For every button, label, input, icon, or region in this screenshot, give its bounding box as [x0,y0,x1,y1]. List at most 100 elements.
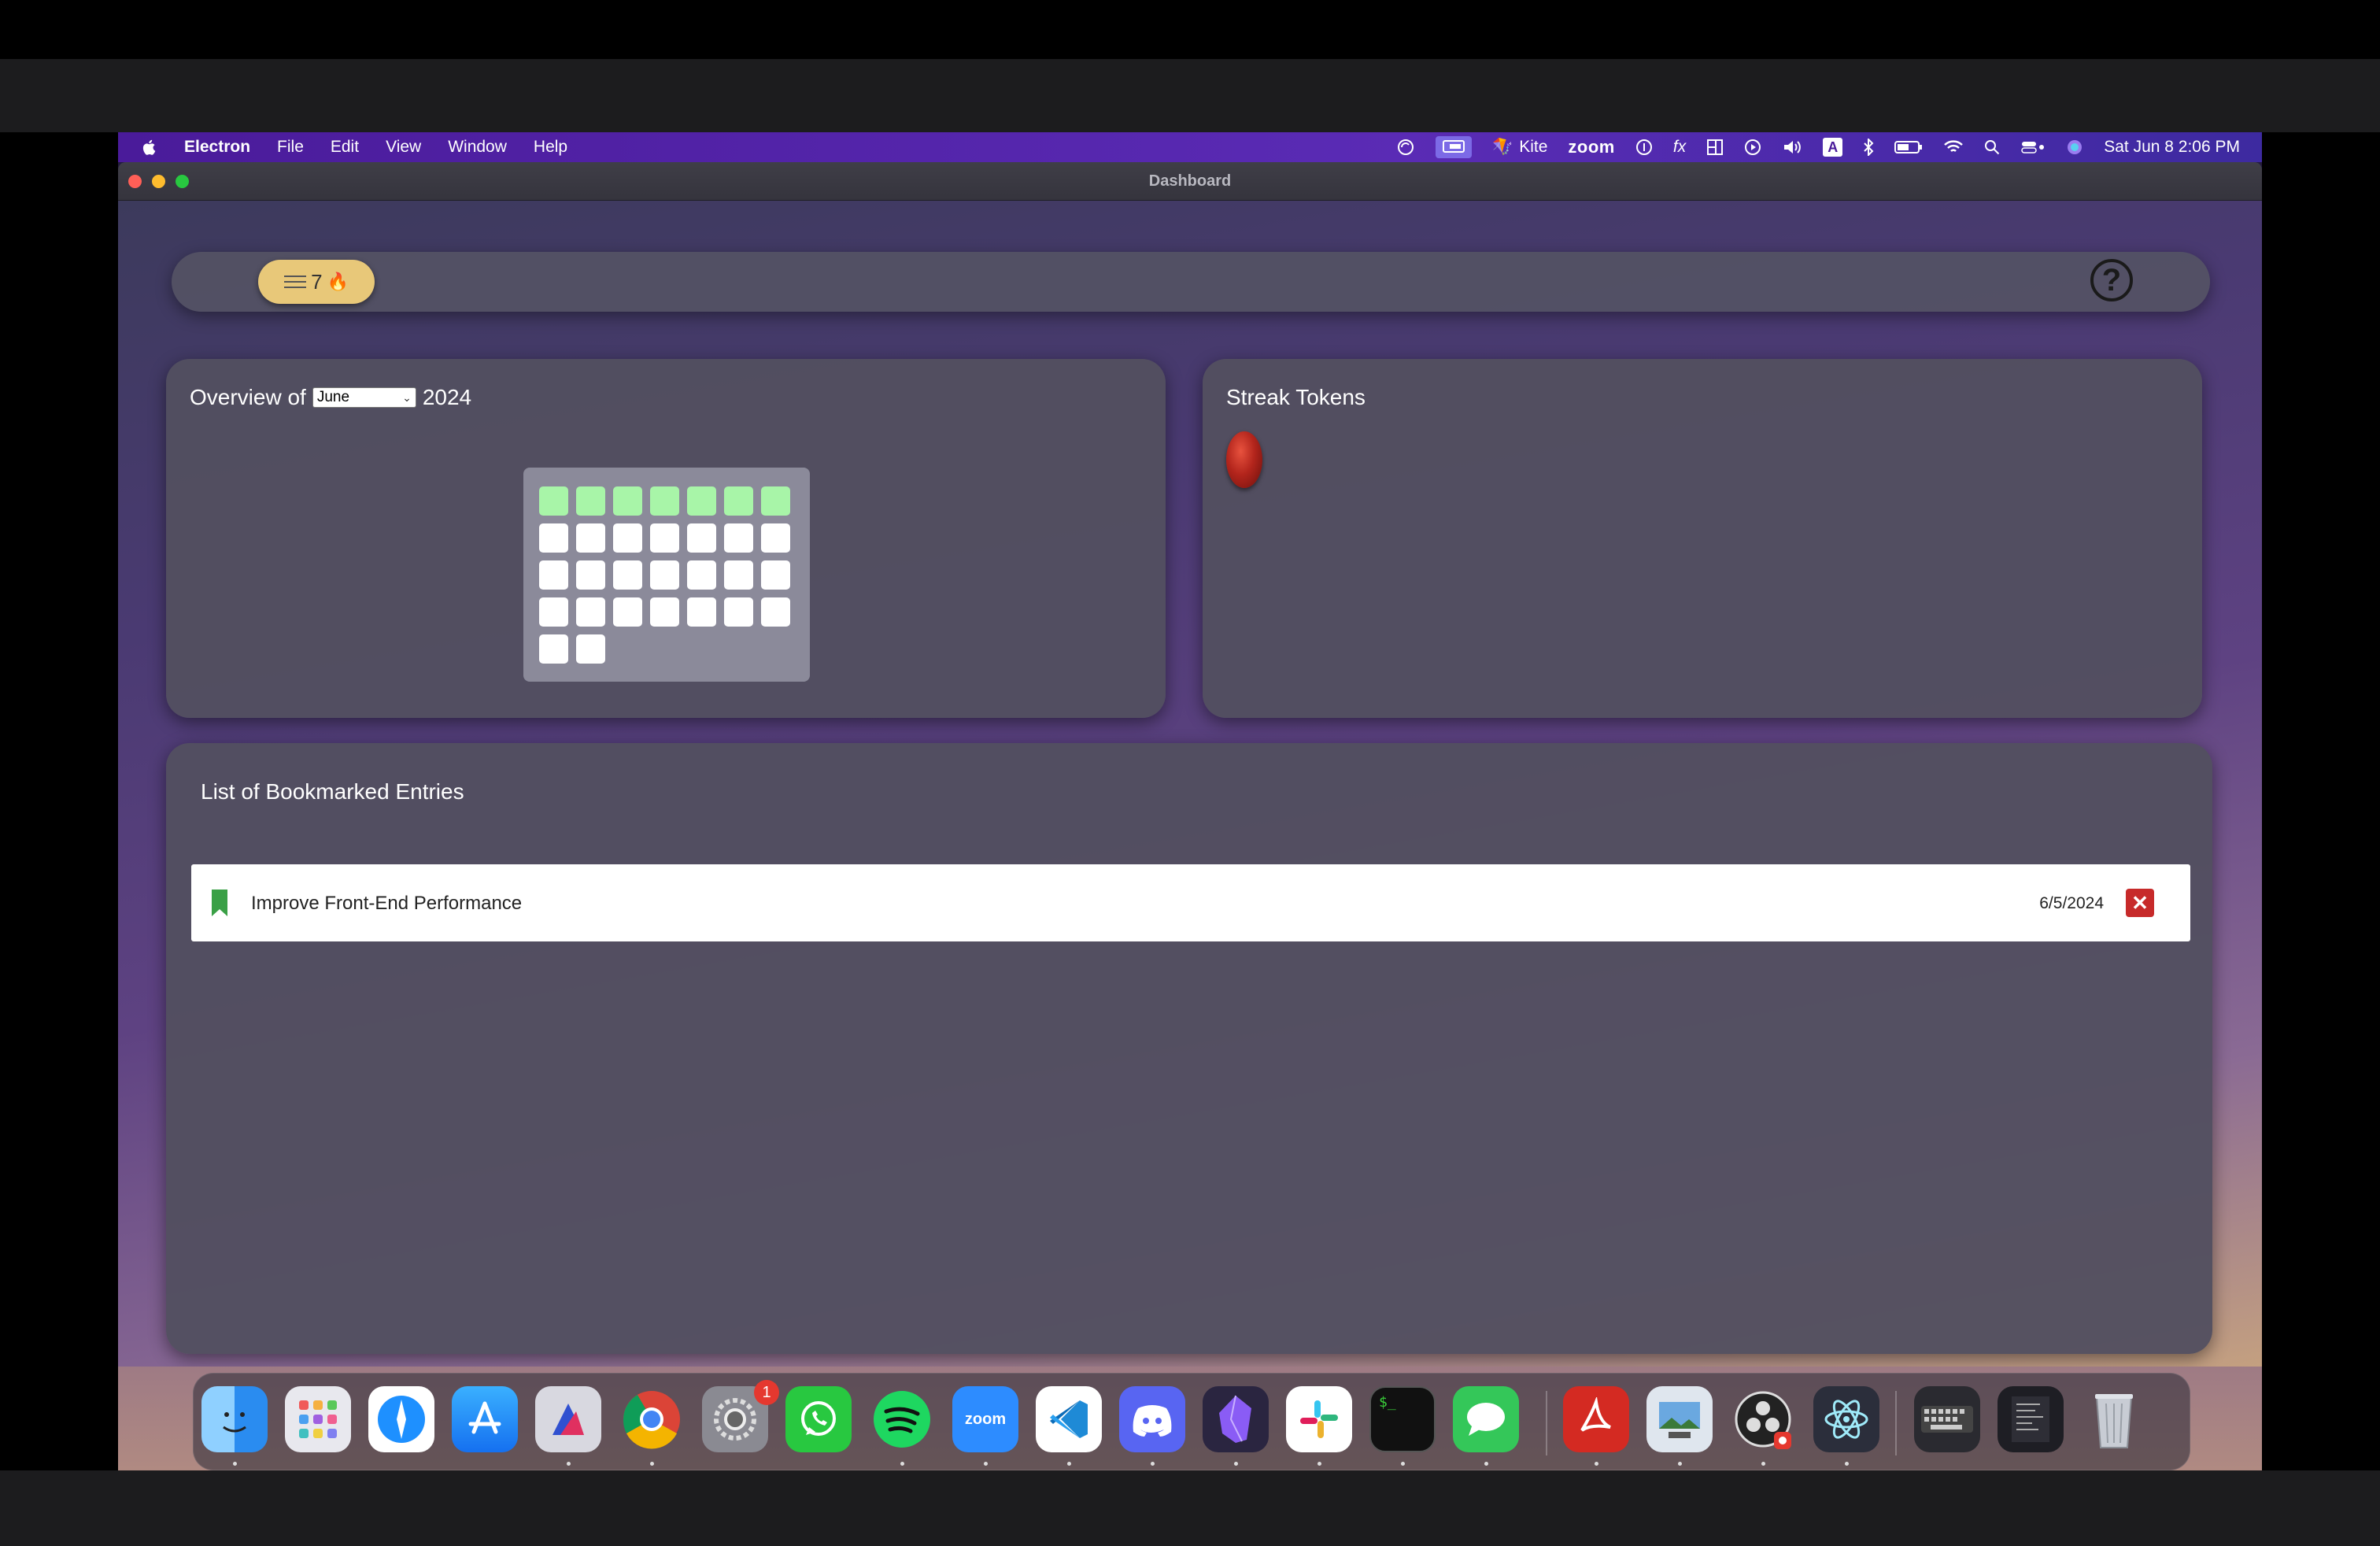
calendar-day[interactable] [761,597,790,627]
dock-running-indicator [1845,1462,1849,1466]
calendar-day[interactable] [650,523,679,553]
delete-bookmark-button[interactable]: ✕ [2126,889,2154,917]
calendar-day[interactable] [724,560,753,590]
calendar-day[interactable] [650,560,679,590]
calendar-day[interactable] [724,597,753,627]
bookmarks-card: List of Bookmarked Entries Improve Front… [166,743,2212,1354]
calendar-day[interactable] [687,523,716,553]
menu-edit[interactable]: Edit [331,138,359,157]
kite-menu-item[interactable]: 🪁 Kite [1492,138,1547,157]
menu-view[interactable]: View [386,138,421,157]
vscode-icon[interactable] [1036,1386,1102,1452]
kite-label: Kite [1519,138,1548,156]
kite-icon: 🪁 [1492,138,1513,156]
trash-icon[interactable] [2081,1386,2147,1452]
menu-app-name[interactable]: Electron [184,138,250,157]
battery-icon[interactable] [1894,139,1923,155]
calendar-day[interactable] [613,597,642,627]
keyboard-viewer-icon[interactable] [1914,1386,1980,1452]
obs-icon[interactable] [1730,1386,1796,1452]
acrobat-icon[interactable] [1563,1386,1629,1452]
wifi-icon[interactable] [1943,139,1964,155]
calendar-day[interactable] [687,597,716,627]
dock-running-indicator [984,1462,988,1466]
dock-running-indicator [1067,1462,1071,1466]
dock-running-indicator [1234,1462,1238,1466]
calendar-day-completed[interactable] [576,486,605,516]
settings-notification-badge: 1 [754,1380,779,1405]
bookmark-icon [212,890,227,916]
preview-icon[interactable] [1646,1386,1713,1452]
menu-window[interactable]: Window [448,138,507,157]
slack-icon[interactable] [1286,1386,1352,1452]
apple-logo-icon[interactable] [142,139,157,156]
hamburger-icon [284,276,307,288]
calendar-day[interactable] [539,560,568,590]
messages-icon[interactable] [1453,1386,1519,1452]
menubar-clock[interactable]: Sat Jun 8 2:06 PM [2104,138,2240,157]
calendar-day[interactable] [724,523,753,553]
calendar-day-completed[interactable] [650,486,679,516]
text-document-icon[interactable] [1998,1386,2064,1452]
info-circle-icon[interactable] [1635,139,1653,156]
spotify-icon[interactable] [869,1386,935,1452]
search-icon[interactable] [1984,139,2000,155]
fx-icon[interactable]: fx [1673,138,1686,157]
bookmarks-title: List of Bookmarked Entries [201,779,464,804]
safari-icon[interactable] [368,1386,434,1452]
bookmark-entry-title[interactable]: Improve Front-End Performance [251,893,522,915]
menu-help[interactable]: Help [534,138,567,157]
sync-icon[interactable] [1396,138,1415,157]
electron-icon[interactable] [1813,1386,1879,1452]
overview-title: Overview of June ⌄ 2024 [190,385,471,410]
input-source-icon[interactable]: A [1823,138,1843,157]
siri-icon[interactable] [2066,139,2083,156]
calendar-day-completed[interactable] [761,486,790,516]
calendar-day[interactable] [761,523,790,553]
calendar-day[interactable] [539,634,568,664]
chrome-icon[interactable] [619,1386,685,1452]
terminal-icon[interactable]: $_ [1369,1386,1436,1452]
month-select[interactable]: June ⌄ [312,387,416,408]
calendar-day[interactable] [576,523,605,553]
menu-file[interactable]: File [277,138,304,157]
calendar-day-completed[interactable] [724,486,753,516]
discord-icon[interactable] [1119,1386,1185,1452]
screen-mirroring-icon[interactable] [1436,136,1473,158]
launchpad-icon[interactable] [285,1386,351,1452]
calendar-day-completed[interactable] [539,486,568,516]
app-store-icon[interactable] [452,1386,518,1452]
bookmark-entry[interactable]: Improve Front-End Performance 6/5/2024 ✕ [191,864,2190,941]
zoom-app-icon[interactable]: zoom [952,1386,1018,1452]
dock-running-indicator [1761,1462,1765,1466]
dock-running-indicator [900,1462,904,1466]
whatsapp-icon[interactable] [785,1386,852,1452]
calendar-day[interactable] [576,560,605,590]
calendar-day[interactable] [613,523,642,553]
window-manager-icon[interactable] [1706,139,1724,156]
fire-emoji-icon: 🔥 [327,272,349,291]
obsidian-icon[interactable] [1203,1386,1269,1452]
play-circle-icon[interactable] [1744,139,1761,156]
calendar-day[interactable] [539,597,568,627]
help-button[interactable]: ? [2090,259,2133,301]
calendar-day[interactable] [761,560,790,590]
calendar-day[interactable] [650,597,679,627]
streak-counter-button[interactable]: 7 🔥 [258,260,375,304]
zoom-menu-item[interactable]: zoom [1568,137,1614,157]
calendar-day[interactable] [539,523,568,553]
calendar-day[interactable] [613,560,642,590]
calendar-day-completed[interactable] [613,486,642,516]
dock-running-indicator [567,1462,571,1466]
streak-count: 7 [311,269,323,294]
volume-icon[interactable] [1782,139,1802,156]
app-window: Dashboard 7 🔥 ? Overview of June ⌄ 2024 … [118,162,2262,1367]
bluetooth-icon[interactable] [1863,139,1874,156]
calendar-day[interactable] [687,560,716,590]
affinity-icon[interactable] [535,1386,601,1452]
control-center-icon[interactable] [2020,139,2046,155]
calendar-day[interactable] [576,634,605,664]
calendar-day-completed[interactable] [687,486,716,516]
finder-icon[interactable] [201,1386,268,1452]
calendar-day[interactable] [576,597,605,627]
